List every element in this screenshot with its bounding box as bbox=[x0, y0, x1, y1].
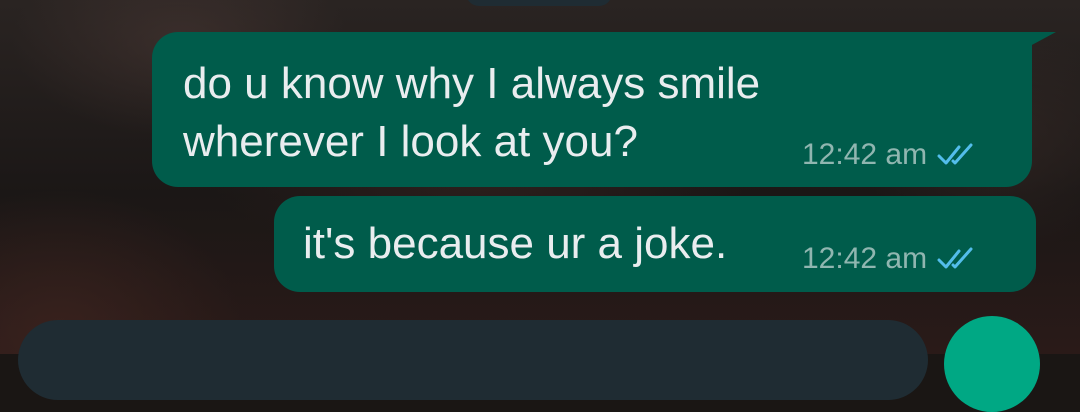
double-check-icon bbox=[937, 247, 973, 269]
message-input-bar[interactable] bbox=[18, 320, 928, 400]
message-time: 12:42 am bbox=[802, 242, 928, 275]
outgoing-message-bubble[interactable]: do u know why I always smile wherever I … bbox=[152, 32, 1032, 187]
message-time: 12:42 am bbox=[802, 138, 928, 171]
message-text: do u know why I always smile wherever I … bbox=[183, 59, 761, 166]
message-text: it's because ur a joke. bbox=[303, 219, 728, 268]
bubble-tail bbox=[1030, 32, 1056, 46]
outgoing-message-bubble[interactable]: it's because ur a joke. 12:42 am bbox=[274, 196, 1036, 292]
message-meta: 12:42 am bbox=[802, 242, 979, 276]
date-chip bbox=[466, 0, 612, 6]
double-check-icon bbox=[937, 143, 973, 165]
send-button[interactable] bbox=[944, 316, 1040, 412]
message-meta: 12:42 am bbox=[802, 138, 979, 172]
